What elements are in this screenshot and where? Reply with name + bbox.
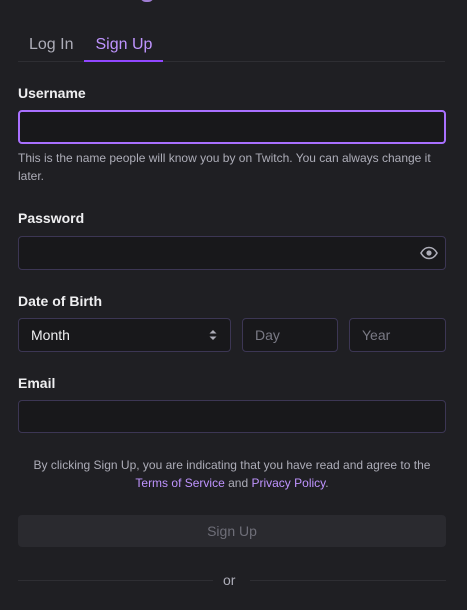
tab-log-in[interactable]: Log In bbox=[18, 28, 84, 61]
decorative-fragment bbox=[140, 0, 154, 2]
month-select-value: Month bbox=[31, 327, 70, 343]
auth-tabs: Log In Sign Up bbox=[18, 28, 445, 62]
terms-prefix: By clicking Sign Up, you are indicating … bbox=[33, 458, 431, 472]
username-label: Username bbox=[18, 85, 86, 101]
year-placeholder: Year bbox=[362, 327, 391, 343]
username-hint: This is the name people will know you by… bbox=[18, 151, 431, 183]
terms-suffix: . bbox=[325, 476, 329, 490]
divider-left bbox=[18, 580, 213, 581]
month-select[interactable]: Month bbox=[18, 318, 231, 352]
password-label: Password bbox=[18, 210, 85, 226]
dob-label: Date of Birth bbox=[18, 293, 102, 309]
divider-right bbox=[250, 580, 446, 581]
year-input[interactable]: Year bbox=[349, 318, 446, 352]
username-input[interactable] bbox=[18, 110, 446, 144]
password-input[interactable] bbox=[18, 236, 446, 270]
email-label: Email bbox=[18, 375, 56, 391]
sign-up-button[interactable]: Sign Up bbox=[18, 515, 446, 547]
day-placeholder: Day bbox=[255, 327, 280, 343]
tab-sign-up[interactable]: Sign Up bbox=[84, 28, 164, 62]
terms-text: By clicking Sign Up, you are indicating … bbox=[18, 456, 446, 492]
day-input[interactable]: Day bbox=[242, 318, 338, 352]
email-input[interactable] bbox=[18, 400, 446, 433]
terms-of-service-link[interactable]: Terms of Service bbox=[135, 476, 224, 490]
eye-icon[interactable] bbox=[419, 244, 439, 262]
select-arrows-icon bbox=[209, 330, 217, 340]
or-divider-text: or bbox=[223, 572, 236, 588]
terms-and: and bbox=[228, 476, 249, 490]
privacy-policy-link[interactable]: Privacy Policy bbox=[251, 476, 325, 490]
